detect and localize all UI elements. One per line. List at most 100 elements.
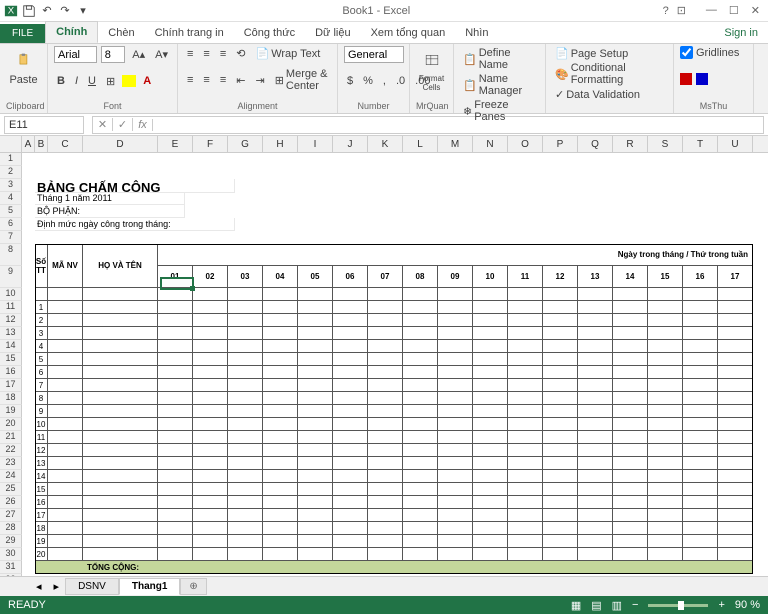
- col-header-D[interactable]: D: [83, 136, 158, 153]
- format-cells-button[interactable]: Format Cells: [416, 46, 447, 94]
- row-header-8[interactable]: 8: [0, 244, 22, 266]
- name-manager-button[interactable]: 📋Name Manager: [460, 72, 539, 98]
- tab-view[interactable]: Nhìn: [455, 23, 498, 43]
- decrease-font-icon[interactable]: A▾: [152, 47, 171, 62]
- fill-color-button[interactable]: [122, 75, 136, 87]
- color-1[interactable]: [680, 73, 692, 85]
- page-setup-button[interactable]: 📄Page Setup: [552, 46, 667, 61]
- align-bottom-icon[interactable]: ≡: [217, 47, 229, 61]
- col-header-Q[interactable]: Q: [578, 136, 613, 153]
- row-header-20[interactable]: 20: [0, 418, 22, 431]
- excel-icon[interactable]: X: [4, 4, 18, 18]
- data-validation-button[interactable]: ✓Data Validation: [552, 87, 667, 102]
- col-header-F[interactable]: F: [193, 136, 228, 153]
- row-header-7[interactable]: 7: [0, 231, 22, 244]
- row-header-13[interactable]: 13: [0, 327, 22, 340]
- zoom-level[interactable]: 90 %: [735, 599, 760, 611]
- tab-insert[interactable]: Chèn: [98, 23, 144, 43]
- col-header-B[interactable]: B: [35, 136, 48, 153]
- row-header-2[interactable]: 2: [0, 166, 22, 179]
- view-layout-icon[interactable]: ▤: [591, 599, 601, 612]
- row-header-5[interactable]: 5: [0, 205, 22, 218]
- fx-icon[interactable]: fx: [133, 119, 153, 131]
- cancel-fx-icon[interactable]: ✕: [93, 118, 113, 131]
- ribbon-options-icon[interactable]: ⊡: [677, 4, 686, 17]
- color-2[interactable]: [696, 73, 708, 85]
- font-size-select[interactable]: 8: [101, 46, 126, 63]
- col-header-H[interactable]: H: [263, 136, 298, 153]
- align-right-icon[interactable]: ≡: [217, 73, 229, 87]
- gridlines-checkbox[interactable]: Gridlines: [680, 46, 747, 59]
- bold-button[interactable]: B: [54, 74, 68, 88]
- row-header-31[interactable]: 31: [0, 561, 22, 574]
- tab-review[interactable]: Xem tổng quan: [361, 23, 456, 43]
- redo-icon[interactable]: ↷: [58, 4, 72, 18]
- col-header-A[interactable]: A: [22, 136, 35, 153]
- currency-icon[interactable]: $: [344, 74, 356, 88]
- col-header-R[interactable]: R: [613, 136, 648, 153]
- sheet-tab-dsnv[interactable]: DSNV: [65, 578, 119, 595]
- merge-button[interactable]: ⊞Merge & Center: [272, 67, 331, 93]
- row-header-24[interactable]: 24: [0, 470, 22, 483]
- close-icon[interactable]: ✕: [751, 4, 760, 17]
- row-header-10[interactable]: 10: [0, 288, 22, 301]
- col-header-E[interactable]: E: [158, 136, 193, 153]
- col-header-M[interactable]: M: [438, 136, 473, 153]
- row-header-12[interactable]: 12: [0, 314, 22, 327]
- conditional-formatting-button[interactable]: 🎨Conditional Formatting: [552, 61, 667, 87]
- qat-dropdown-icon[interactable]: ▾: [76, 4, 90, 18]
- row-header-15[interactable]: 15: [0, 353, 22, 366]
- row-header-3[interactable]: 3: [0, 179, 22, 192]
- sheet-nav-next-icon[interactable]: ▸: [48, 580, 66, 593]
- italic-button[interactable]: I: [72, 74, 81, 88]
- border-button[interactable]: ⊞: [103, 74, 118, 89]
- enter-fx-icon[interactable]: ✓: [113, 118, 133, 131]
- col-header-O[interactable]: O: [508, 136, 543, 153]
- orientation-icon[interactable]: ⟲: [233, 46, 248, 61]
- maximize-icon[interactable]: ☐: [729, 4, 739, 17]
- row-header-25[interactable]: 25: [0, 483, 22, 496]
- name-box[interactable]: E11: [4, 116, 84, 134]
- row-header-29[interactable]: 29: [0, 535, 22, 548]
- row-header-18[interactable]: 18: [0, 392, 22, 405]
- row-header-22[interactable]: 22: [0, 444, 22, 457]
- row-header-23[interactable]: 23: [0, 457, 22, 470]
- increase-font-icon[interactable]: A▴: [129, 47, 148, 62]
- zoom-slider[interactable]: [648, 604, 708, 607]
- underline-button[interactable]: U: [85, 74, 99, 88]
- tab-data[interactable]: Dữ liệu: [305, 23, 361, 43]
- row-header-1[interactable]: 1: [0, 153, 22, 166]
- freeze-panes-button[interactable]: ❄Freeze Panes: [460, 98, 539, 124]
- row-header-21[interactable]: 21: [0, 431, 22, 444]
- row-header-6[interactable]: 6: [0, 218, 22, 231]
- help-icon[interactable]: ?: [663, 5, 669, 17]
- row-header-9[interactable]: 9: [0, 266, 22, 288]
- row-header-27[interactable]: 27: [0, 509, 22, 522]
- row-header-17[interactable]: 17: [0, 379, 22, 392]
- col-header-S[interactable]: S: [648, 136, 683, 153]
- cell-grid[interactable]: BẢNG CHẤM CÔNGTháng 1 năm 2011BỘ PHẬN:Đị…: [22, 153, 768, 576]
- sign-in-link[interactable]: Sign in: [714, 23, 768, 43]
- formula-bar[interactable]: ✕ ✓ fx: [92, 116, 764, 134]
- sheet-nav-prev-icon[interactable]: ◂: [30, 580, 48, 593]
- select-all-corner[interactable]: [0, 136, 22, 153]
- indent-inc-icon[interactable]: ⇥: [252, 73, 267, 88]
- row-header-28[interactable]: 28: [0, 522, 22, 535]
- row-header-14[interactable]: 14: [0, 340, 22, 353]
- undo-icon[interactable]: ↶: [40, 4, 54, 18]
- font-color-button[interactable]: A: [140, 74, 154, 88]
- col-header-G[interactable]: G: [228, 136, 263, 153]
- row-header-26[interactable]: 26: [0, 496, 22, 509]
- align-left-icon[interactable]: ≡: [184, 73, 196, 87]
- percent-icon[interactable]: %: [360, 74, 376, 88]
- tab-home[interactable]: Chính: [45, 21, 98, 43]
- view-pagebreak-icon[interactable]: ▥: [612, 599, 622, 612]
- align-top-icon[interactable]: ≡: [184, 47, 196, 61]
- col-header-J[interactable]: J: [333, 136, 368, 153]
- col-header-N[interactable]: N: [473, 136, 508, 153]
- row-header-19[interactable]: 19: [0, 405, 22, 418]
- number-format-select[interactable]: General: [344, 46, 404, 63]
- col-header-P[interactable]: P: [543, 136, 578, 153]
- define-name-button[interactable]: 📋Define Name: [460, 46, 539, 72]
- align-center-icon[interactable]: ≡: [200, 73, 212, 87]
